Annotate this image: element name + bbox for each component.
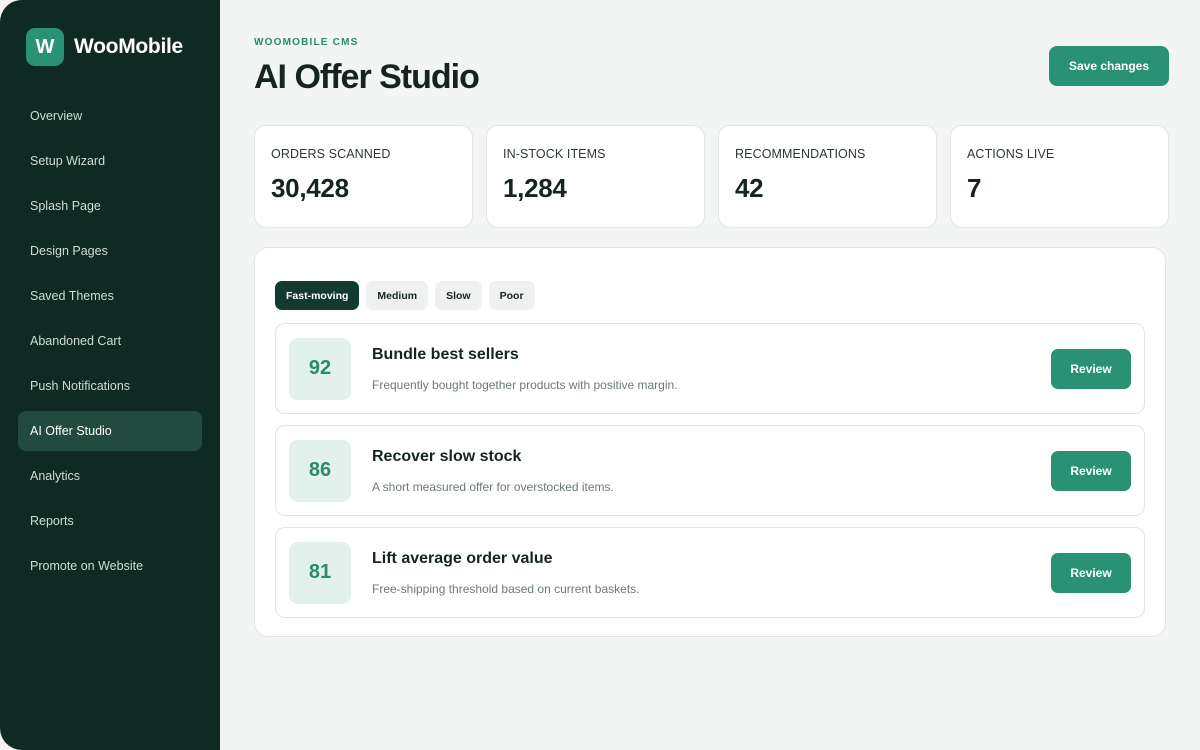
filter-chip-poor[interactable]: Poor (488, 281, 535, 310)
offer-score-badge: 81 (289, 541, 351, 604)
offer-title: Recover slow stock (372, 447, 522, 465)
stat-card-actions-live: ACTIONS LIVE 7 (950, 125, 1169, 228)
filter-chip-fast-moving[interactable]: Fast-moving (275, 281, 360, 310)
save-changes-button[interactable]: Save changes (1049, 46, 1169, 86)
sidebar-item-design-pages[interactable]: Design Pages (18, 231, 202, 271)
offer-text: Lift average order value Free-shipping t… (372, 550, 640, 596)
stat-label: ORDERS SCANNED (271, 147, 391, 161)
offer-description: A short measured offer for overstocked i… (372, 479, 614, 494)
main-content: WOOMOBILE CMS AI Offer Studio Save chang… (220, 0, 1200, 750)
offer-score-badge: 92 (289, 337, 351, 400)
stat-label: IN-STOCK ITEMS (503, 147, 606, 161)
review-button[interactable]: Review (1051, 553, 1131, 593)
sidebar-item-splash-page[interactable]: Splash Page (18, 186, 202, 226)
offer-card: 86 Recover slow stock A short measured o… (275, 425, 1145, 516)
filter-chip-medium[interactable]: Medium (366, 281, 429, 310)
sidebar-item-saved-themes[interactable]: Saved Themes (18, 276, 202, 316)
stat-value: 30,428 (271, 173, 349, 203)
stat-label: RECOMMENDATIONS (735, 147, 866, 161)
sidebar-nav: Overview Setup Wizard Splash Page Design… (18, 96, 202, 586)
offer-text: Recover slow stock A short measured offe… (372, 448, 614, 494)
offer-description: Free-shipping threshold based on current… (372, 581, 640, 596)
stat-card-orders-scanned: ORDERS SCANNED 30,428 (254, 125, 473, 228)
brand[interactable]: W WooMobile (26, 28, 202, 66)
app-window: W WooMobile Overview Setup Wizard Splash… (0, 0, 1200, 750)
offer-text: Bundle best sellers Frequently bought to… (372, 346, 678, 392)
sidebar: W WooMobile Overview Setup Wizard Splash… (0, 0, 220, 750)
stat-value: 1,284 (503, 173, 567, 203)
sidebar-item-push-notifications[interactable]: Push Notifications (18, 366, 202, 406)
review-button[interactable]: Review (1051, 451, 1131, 491)
eyebrow-label: WOOMOBILE CMS (254, 37, 359, 48)
offer-title: Lift average order value (372, 549, 553, 567)
stats-row: ORDERS SCANNED 30,428 IN-STOCK ITEMS 1,2… (254, 125, 1169, 228)
stat-card-in-stock-items: IN-STOCK ITEMS 1,284 (486, 125, 705, 228)
offer-card: 81 Lift average order value Free-shippin… (275, 527, 1145, 618)
filter-chip-slow[interactable]: Slow (435, 281, 482, 310)
offer-title: Bundle best sellers (372, 345, 519, 363)
sidebar-item-setup-wizard[interactable]: Setup Wizard (18, 141, 202, 181)
sidebar-item-analytics[interactable]: Analytics (18, 456, 202, 496)
offers-panel: Fast-moving Medium Slow Poor 92 Bundle b… (254, 247, 1166, 637)
offer-description: Frequently bought together products with… (372, 377, 678, 392)
stat-label: ACTIONS LIVE (967, 147, 1055, 161)
stat-card-recommendations: RECOMMENDATIONS 42 (718, 125, 937, 228)
sidebar-item-abandoned-cart[interactable]: Abandoned Cart (18, 321, 202, 361)
offer-list: 92 Bundle best sellers Frequently bought… (275, 323, 1145, 618)
review-button[interactable]: Review (1051, 349, 1131, 389)
sidebar-item-reports[interactable]: Reports (18, 501, 202, 541)
stat-value: 7 (967, 173, 982, 203)
filter-chips: Fast-moving Medium Slow Poor (275, 281, 1145, 310)
offer-score-badge: 86 (289, 439, 351, 502)
offer-card: 92 Bundle best sellers Frequently bought… (275, 323, 1145, 414)
brand-logo-icon: W (26, 28, 64, 66)
brand-name: WooMobile (74, 35, 183, 58)
sidebar-item-ai-offer-studio[interactable]: AI Offer Studio (18, 411, 202, 451)
sidebar-item-overview[interactable]: Overview (18, 96, 202, 136)
page-title: AI Offer Studio (254, 58, 480, 96)
stat-value: 42 (735, 173, 764, 203)
sidebar-item-promote-on-website[interactable]: Promote on Website (18, 546, 202, 586)
